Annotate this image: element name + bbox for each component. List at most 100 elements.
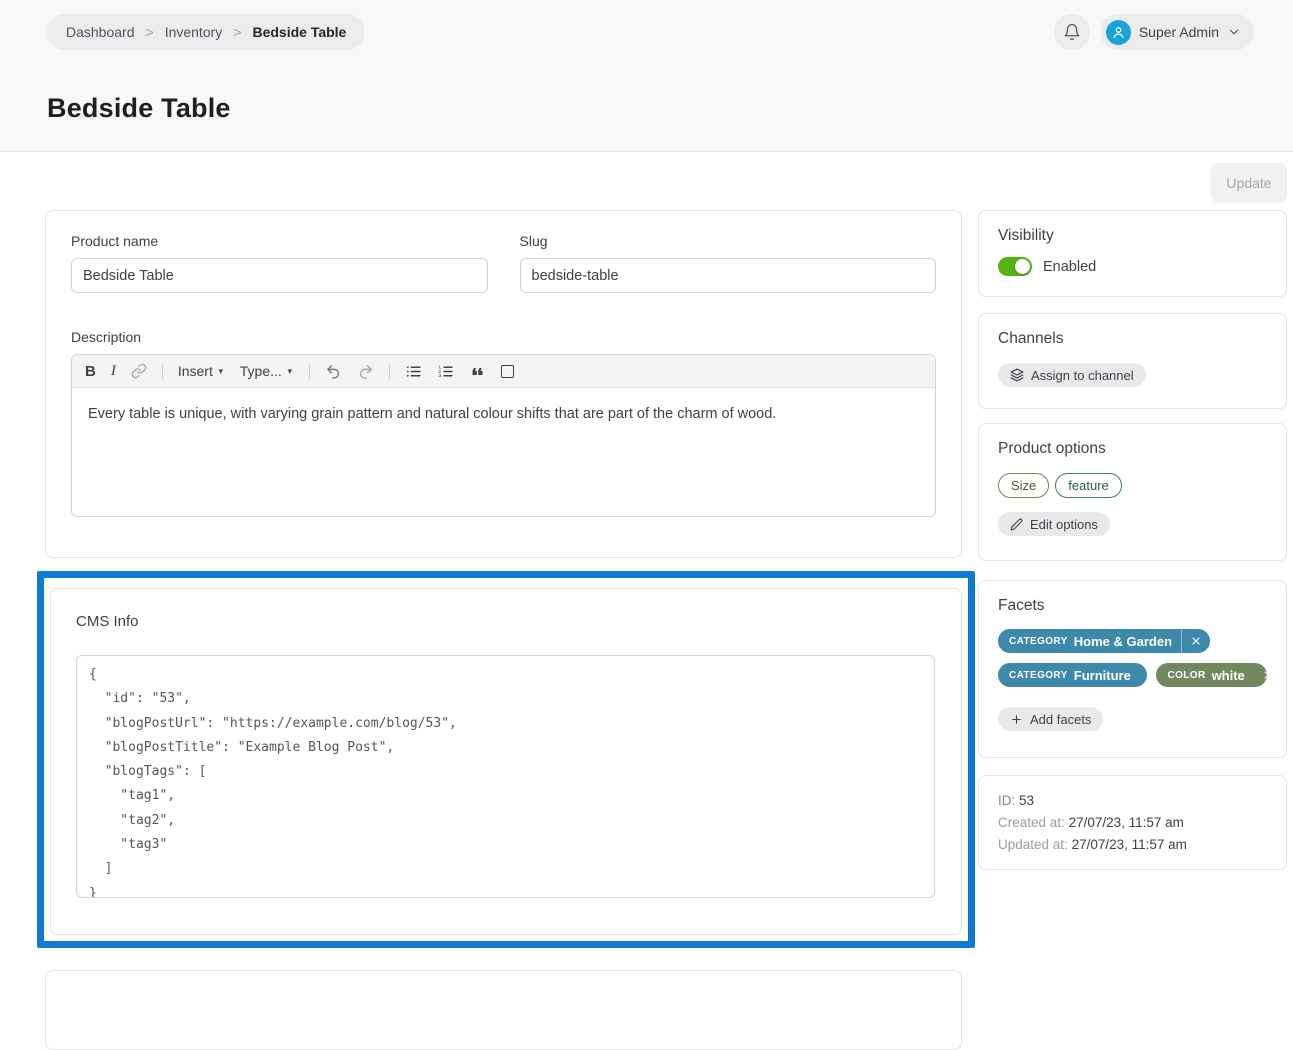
product-name-input[interactable] (71, 258, 488, 293)
insert-menu-button[interactable]: Insert ▼ (178, 363, 225, 379)
facet-group-label: COLOR (1156, 670, 1205, 681)
close-icon (1190, 635, 1202, 647)
remove-facet-button[interactable] (1182, 635, 1210, 647)
toolbar-divider (162, 363, 163, 379)
insert-block-button[interactable] (501, 365, 514, 378)
slug-field-group: Slug (520, 233, 937, 293)
chevron-right-icon: > (146, 24, 154, 40)
cms-info-title: CMS Info (76, 613, 935, 630)
visibility-card: Visibility Enabled (978, 210, 1287, 297)
description-label: Description (71, 329, 936, 345)
bell-icon (1063, 23, 1081, 41)
description-content[interactable]: Every table is unique, with varying grai… (72, 388, 935, 516)
next-section-card (45, 970, 962, 1050)
cms-info-json-textarea[interactable]: { "id": "53", "blogPostUrl": "https://ex… (76, 655, 935, 898)
blockquote-icon (469, 363, 486, 380)
breadcrumb-inventory[interactable]: Inventory (165, 24, 223, 40)
visibility-state-label: Enabled (1043, 259, 1096, 275)
add-facets-label: Add facets (1030, 712, 1091, 727)
insert-menu-label: Insert (178, 363, 213, 379)
italic-button[interactable]: I (111, 363, 116, 380)
cms-info-highlight-box: CMS Info { "id": "53", "blogPostUrl": "h… (37, 571, 975, 948)
user-menu[interactable]: Super Admin (1100, 14, 1254, 50)
ordered-list-icon: 1 2 3 (437, 363, 454, 380)
breadcrumb: Dashboard > Inventory > Bedside Table (47, 14, 365, 50)
facet-value-label: white (1206, 668, 1254, 683)
cms-info-card: CMS Info { "id": "53", "blogPostUrl": "h… (50, 588, 962, 935)
assign-to-channel-label: Assign to channel (1031, 368, 1134, 383)
product-options-card: Product options Size feature Edit option… (978, 423, 1287, 561)
option-chip-feature: feature (1055, 473, 1121, 498)
bullet-list-button[interactable] (405, 363, 422, 380)
rich-text-editor: B I Insert ▼ Type... (71, 354, 936, 517)
toolbar-divider (389, 363, 390, 379)
channels-title: Channels (998, 330, 1267, 348)
user-icon (1111, 25, 1126, 40)
svg-text:3: 3 (438, 373, 441, 379)
option-chip-size: Size (998, 473, 1049, 498)
remove-facet-button[interactable] (1254, 669, 1267, 681)
facet-group-label: CATEGORY (998, 636, 1068, 647)
square-icon (501, 365, 514, 378)
slug-input[interactable] (520, 258, 937, 293)
id-value: 53 (1019, 793, 1034, 808)
assign-to-channel-button[interactable]: Assign to channel (998, 363, 1146, 387)
type-menu-button[interactable]: Type... ▼ (240, 363, 294, 379)
link-button[interactable] (131, 363, 147, 379)
channels-card: Channels Assign to channel (978, 313, 1287, 409)
chevron-down-icon (1227, 25, 1241, 39)
breadcrumb-current-page: Bedside Table (252, 24, 346, 40)
update-button[interactable]: Update (1211, 163, 1287, 202)
redo-icon (357, 363, 374, 380)
visibility-title: Visibility (998, 227, 1267, 245)
link-icon (131, 363, 147, 379)
entity-meta-card: ID: 53 Created at: 27/07/23, 11:57 am Up… (978, 775, 1287, 870)
editor-toolbar: B I Insert ▼ Type... (72, 355, 935, 388)
caret-down-icon: ▼ (286, 367, 294, 376)
plus-icon (1010, 713, 1023, 726)
breadcrumb-dashboard[interactable]: Dashboard (66, 24, 135, 40)
visibility-toggle[interactable] (998, 257, 1032, 276)
facet-chip-home-garden: CATEGORY Home & Garden (998, 629, 1210, 653)
edit-options-button[interactable]: Edit options (998, 512, 1110, 536)
facet-value-label: Furniture (1068, 668, 1140, 683)
remove-facet-button[interactable] (1140, 669, 1148, 681)
ordered-list-button[interactable]: 1 2 3 (437, 363, 454, 380)
meta-updated-line: Updated at: 27/07/23, 11:57 am (998, 834, 1267, 856)
facets-card: Facets CATEGORY Home & Garden CATEGORY F… (978, 580, 1287, 758)
product-detail-card: Product name Slug Description B I (45, 210, 962, 558)
page-title: Bedside Table (47, 93, 231, 124)
redo-button[interactable] (357, 363, 374, 380)
updated-at-value: 27/07/23, 11:57 am (1072, 837, 1187, 852)
created-at-value: 27/07/23, 11:57 am (1069, 815, 1184, 830)
product-options-title: Product options (998, 440, 1267, 458)
blockquote-button[interactable] (469, 363, 486, 380)
facet-value-label: Home & Garden (1068, 634, 1181, 649)
toggle-knob (1015, 259, 1030, 274)
updated-at-label: Updated at: (998, 837, 1068, 852)
chevron-right-icon: > (233, 24, 241, 40)
pencil-icon (1010, 518, 1023, 531)
facet-group-label: CATEGORY (998, 670, 1068, 681)
notifications-button[interactable] (1054, 14, 1090, 50)
avatar (1106, 20, 1131, 45)
meta-id-line: ID: 53 (998, 790, 1267, 812)
header-actions: Super Admin (1054, 14, 1254, 50)
add-facets-button[interactable]: Add facets (998, 707, 1103, 731)
product-name-label: Product name (71, 233, 488, 249)
type-menu-label: Type... (240, 363, 282, 379)
header-band: Dashboard > Inventory > Bedside Table (0, 0, 1293, 152)
undo-button[interactable] (325, 363, 342, 380)
user-name: Super Admin (1139, 24, 1219, 40)
layers-icon (1010, 368, 1024, 382)
bold-button[interactable]: B (85, 363, 96, 380)
id-label: ID: (998, 793, 1015, 808)
created-at-label: Created at: (998, 815, 1065, 830)
edit-options-label: Edit options (1030, 517, 1098, 532)
meta-created-line: Created at: 27/07/23, 11:57 am (998, 812, 1267, 834)
slug-label: Slug (520, 233, 937, 249)
bullet-list-icon (405, 363, 422, 380)
caret-down-icon: ▼ (217, 367, 225, 376)
undo-icon (325, 363, 342, 380)
facet-chip-furniture: CATEGORY Furniture (998, 663, 1147, 687)
